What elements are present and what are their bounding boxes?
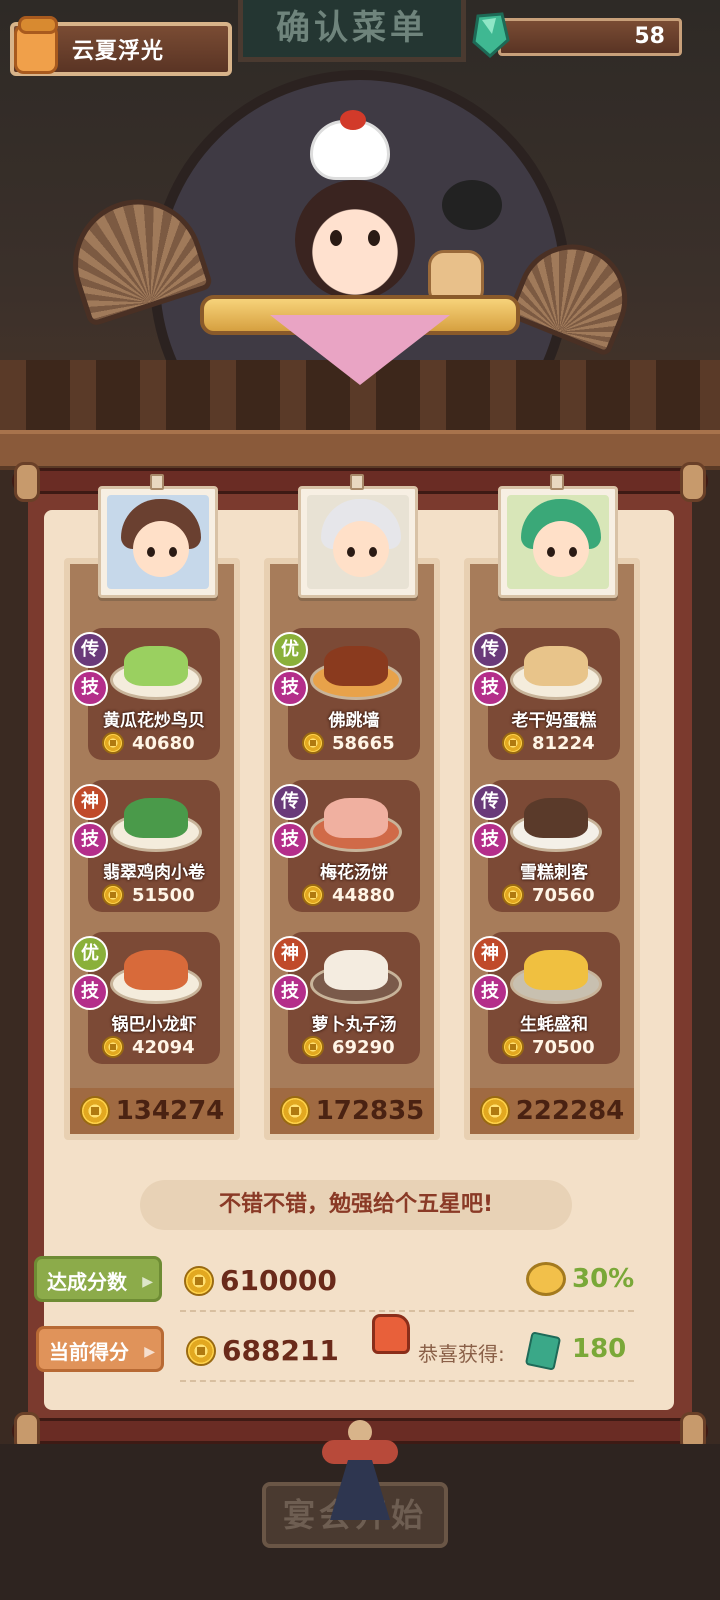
dish-image [306, 638, 406, 708]
coin-icon [186, 1335, 216, 1366]
rank-badge: 传 [272, 784, 308, 820]
guest-portrait[interactable] [498, 486, 618, 598]
dish-image [306, 942, 406, 1012]
guest-portrait[interactable] [298, 486, 418, 598]
dish-name: 雪糕刺客 [520, 863, 588, 883]
column-total: 172835 [270, 1088, 434, 1134]
dish-name: 佛跳墙 [328, 711, 380, 731]
dish-image [506, 790, 606, 860]
current-score: 688211 [186, 1334, 339, 1367]
chef-head [295, 180, 415, 300]
current-score-tag: 当前得分 [36, 1326, 164, 1375]
rank-badge: 传 [472, 784, 508, 820]
coin-icon [102, 1036, 124, 1058]
rank-badge: 神 [272, 936, 308, 972]
dish-name: 梅花汤饼 [320, 863, 388, 883]
dish-name: 老干妈蛋糕 [511, 711, 597, 731]
gem-count: 58 [634, 24, 665, 49]
skill-badge: 技 [272, 670, 308, 706]
page-title: 确认菜单 [238, 0, 466, 62]
guest-portrait[interactable] [98, 486, 218, 598]
dish-name: 翡翠鸡肉小卷 [103, 863, 205, 883]
column-total: 134274 [70, 1088, 234, 1134]
player-info[interactable]: 云夏浮光 [10, 16, 232, 76]
dish-score: 81224 [494, 730, 614, 756]
skill-badge: 技 [472, 822, 508, 858]
dish-score: 44880 [294, 882, 414, 908]
rank-badge: 优 [272, 632, 308, 668]
dish-score: 69290 [294, 1034, 414, 1060]
skill-badge: 技 [472, 974, 508, 1010]
reward-label: 恭喜获得: [418, 1342, 505, 1366]
rank-badge: 神 [472, 936, 508, 972]
chef-character [200, 110, 520, 410]
skill-badge: 技 [272, 822, 308, 858]
dish-score: 70560 [494, 882, 614, 908]
coin-icon [79, 1096, 110, 1126]
thumbs-up-icon [372, 1314, 410, 1354]
rank-badge: 优 [72, 936, 108, 972]
dish-score: 58665 [294, 730, 414, 756]
dish-score: 40680 [94, 730, 214, 756]
player-avatar[interactable] [8, 16, 66, 80]
target-score-tag: 达成分数 [34, 1256, 162, 1305]
divider [180, 1310, 634, 1312]
dish-name: 黄瓜花炒鸟贝 [103, 711, 205, 731]
dish-score: 42094 [94, 1034, 214, 1060]
coin-icon [302, 1036, 324, 1058]
dish-score: 70500 [494, 1034, 614, 1060]
dish-image [306, 790, 406, 860]
gem-icon [472, 12, 510, 58]
dish-name: 生蚝盛和 [520, 1015, 588, 1035]
coin-icon [184, 1265, 214, 1296]
dish-image [106, 638, 206, 708]
scroll-knob [14, 462, 40, 502]
dish-name: 锅巴小龙虾 [111, 1015, 197, 1035]
scroll-knob [680, 462, 706, 502]
bonus-percent: 30% [572, 1264, 635, 1294]
table-cloth [270, 315, 450, 385]
dish-name: 萝卜丸子汤 [311, 1015, 397, 1035]
coin-icon [502, 1036, 524, 1058]
skill-badge: 技 [472, 670, 508, 706]
gem-counter[interactable]: 58 [498, 18, 682, 56]
dish-image [506, 942, 606, 1012]
rank-badge: 传 [472, 632, 508, 668]
frying-pan [442, 180, 502, 230]
rank-badge: 神 [72, 784, 108, 820]
divider [180, 1380, 634, 1382]
target-score: 610000 [184, 1264, 337, 1297]
coin-icon [279, 1096, 310, 1126]
coin-icon [502, 884, 524, 906]
tassel-ornament [318, 1420, 402, 1520]
coin-icon [502, 732, 524, 754]
guest-comment: 不错不错，勉强给个五星吧! [140, 1180, 572, 1230]
skill-badge: 技 [72, 822, 108, 858]
rank-badge: 传 [72, 632, 108, 668]
skill-badge: 技 [272, 974, 308, 1010]
piggy-bank-icon [526, 1262, 566, 1296]
player-name: 云夏浮光 [72, 39, 165, 64]
dish-image [506, 638, 606, 708]
coin-icon [302, 884, 324, 906]
dish-image [106, 942, 206, 1012]
coin-icon [479, 1096, 510, 1126]
dish-image [106, 790, 206, 860]
column-total: 222284 [470, 1088, 634, 1134]
coin-icon [102, 732, 124, 754]
reward-value: 180 [572, 1334, 627, 1364]
dish-score: 51500 [94, 882, 214, 908]
coin-icon [302, 732, 324, 754]
fence-rail [0, 430, 720, 470]
skill-badge: 技 [72, 670, 108, 706]
skill-badge: 技 [72, 974, 108, 1010]
coin-icon [102, 884, 124, 906]
